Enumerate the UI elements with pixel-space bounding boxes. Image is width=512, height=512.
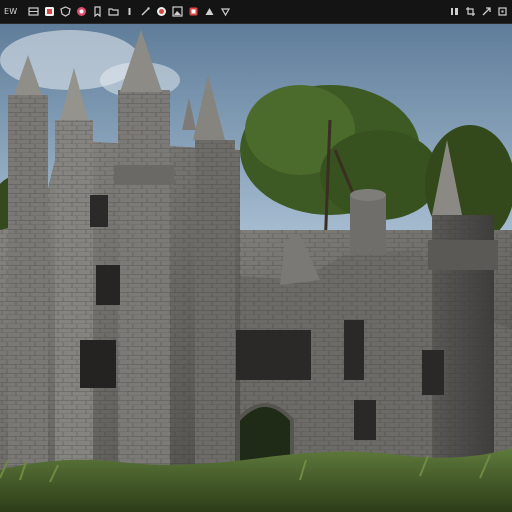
crop-icon[interactable]	[465, 6, 476, 17]
gem-icon[interactable]	[220, 6, 231, 17]
castle-render-image	[0, 24, 512, 512]
toolbar-right-group	[449, 6, 508, 17]
gallery-icon[interactable]	[172, 6, 183, 17]
grid-icon[interactable]	[28, 6, 39, 17]
bookmark-icon[interactable]	[92, 6, 103, 17]
image-icon[interactable]	[44, 6, 55, 17]
image-canvas	[0, 24, 512, 512]
app-brand-label: EW	[4, 7, 18, 16]
settings-icon[interactable]	[497, 6, 508, 17]
triangle-icon[interactable]	[204, 6, 215, 17]
record-icon[interactable]	[156, 6, 167, 17]
circle-badge-icon[interactable]	[76, 6, 87, 17]
share-icon[interactable]	[481, 6, 492, 17]
folder-icon[interactable]	[108, 6, 119, 17]
shield-icon[interactable]	[60, 6, 72, 17]
wand-icon[interactable]	[140, 6, 151, 17]
flag-icon[interactable]	[188, 6, 199, 17]
columns-icon[interactable]	[449, 6, 460, 17]
toolbar-left-group: EW	[4, 6, 231, 17]
top-toolbar: EW	[0, 0, 512, 24]
info-icon[interactable]	[124, 6, 135, 17]
